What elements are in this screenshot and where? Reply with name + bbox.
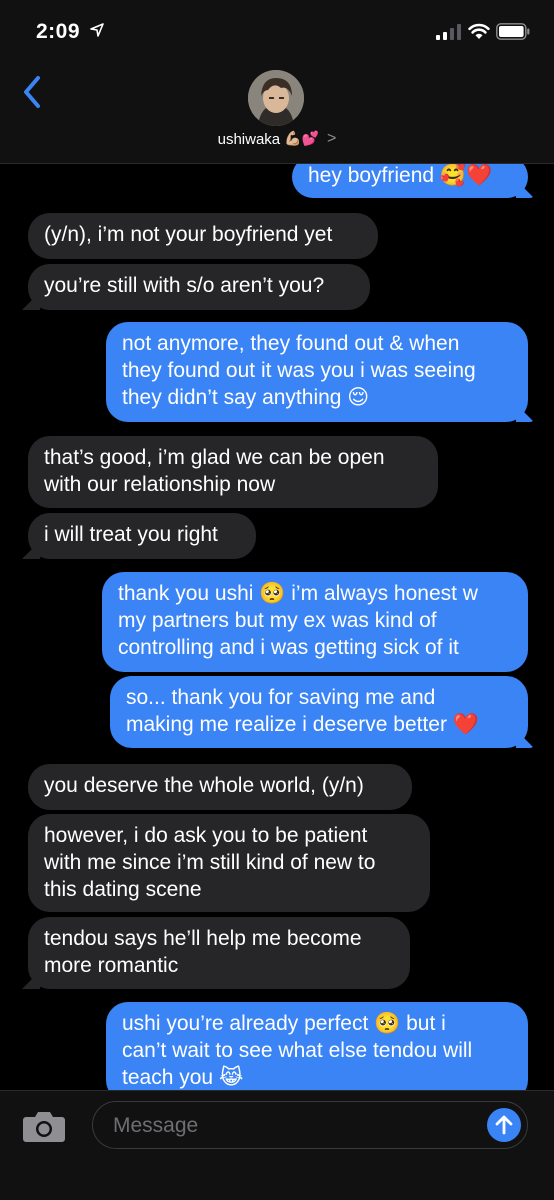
message-text: hey boyfriend 🥰❤️ <box>308 164 493 187</box>
message-bubble-received[interactable]: you deserve the whole world, (y/n) <box>28 764 412 810</box>
wifi-icon <box>468 23 490 39</box>
message-text: i will treat you right <box>44 523 218 546</box>
compose-bar: Message <box>0 1090 554 1200</box>
message-bubble-received[interactable]: i will treat you right <box>28 513 256 559</box>
message-line: with me since i’m still kind of new to <box>44 851 376 874</box>
message-line: can’t wait to see what else tendou will <box>122 1039 473 1062</box>
message-bubble-received[interactable]: that’s good, i’m glad we can be open wit… <box>28 436 438 508</box>
status-bar: 2:09 <box>0 0 554 60</box>
message-line: tendou says he’ll help me become <box>44 927 362 950</box>
message-line: so... thank you for saving me and <box>126 686 436 709</box>
message-line: controlling and i was getting sick of it <box>118 636 459 659</box>
message-line: my partners but my ex was kind of <box>118 609 437 632</box>
contact-name: ushiwaka <box>217 130 281 148</box>
message-bubble-sent[interactable]: so... thank you for saving me and making… <box>110 676 528 748</box>
status-time: 2:09 <box>36 20 81 43</box>
back-chevron-icon[interactable] <box>18 74 46 110</box>
send-button[interactable] <box>487 1108 521 1142</box>
message-line: more romantic <box>44 954 179 977</box>
conversation-header: ushiwaka 💪🏼💕 > <box>0 60 554 164</box>
chevron-right-icon: > <box>327 130 337 147</box>
message-line: they didn’t say anything 😌 <box>122 386 370 409</box>
message-line: making me realize i deserve better ❤️ <box>126 713 479 736</box>
message-bubble-sent[interactable]: ushi you’re already perfect 🥺 but i can’… <box>106 1002 528 1090</box>
location-arrow-icon <box>90 23 104 37</box>
message-thread[interactable]: hey boyfriend 🥰❤️ (y/n), i’m not your bo… <box>0 164 554 1090</box>
message-line: that’s good, i’m glad we can be open <box>44 446 385 469</box>
message-placeholder: Message <box>113 1114 199 1137</box>
battery-icon <box>496 23 530 40</box>
message-bubble-received[interactable]: tendou says he’ll help me become more ro… <box>28 917 410 989</box>
arrow-up-icon <box>495 1115 513 1135</box>
message-line: with our relationship now <box>44 473 276 496</box>
message-bubble-sent[interactable]: not anymore, they found out & when they … <box>106 322 528 422</box>
avatar-image <box>248 70 304 126</box>
contact-details-button[interactable]: ushiwaka 💪🏼💕 > <box>0 126 554 152</box>
message-bubble-sent[interactable]: thank you ushi 🥺 i’m always honest w my … <box>102 572 528 672</box>
message-line: thank you ushi 🥺 i’m always honest w <box>118 582 478 605</box>
message-bubble-received[interactable]: you’re still with s/o aren’t you? <box>28 264 370 310</box>
message-line: teach you 😹 <box>122 1066 244 1089</box>
message-bubble-sent[interactable]: hey boyfriend 🥰❤️ <box>292 164 528 198</box>
message-line: they found out it was you i was seeing <box>122 359 476 382</box>
camera-icon[interactable] <box>22 1109 66 1143</box>
avatar[interactable] <box>248 70 304 126</box>
message-text: you deserve the whole world, (y/n) <box>44 774 364 797</box>
message-line: not anymore, they found out & when <box>122 332 460 355</box>
message-line: ushi you’re already perfect 🥺 but i <box>122 1012 446 1035</box>
message-text: (y/n), i’m not your boyfriend yet <box>44 223 333 246</box>
message-bubble-received[interactable]: however, i do ask you to be patient with… <box>28 814 430 912</box>
message-text: you’re still with s/o aren’t you? <box>44 274 325 297</box>
message-line: this dating scene <box>44 878 202 901</box>
cellular-signal-icon <box>436 24 461 40</box>
message-line: however, i do ask you to be patient <box>44 824 368 847</box>
contact-emoji: 💪🏼💕 <box>284 131 320 147</box>
message-input[interactable]: Message <box>92 1101 528 1149</box>
message-bubble-received[interactable]: (y/n), i’m not your boyfriend yet <box>28 213 378 259</box>
